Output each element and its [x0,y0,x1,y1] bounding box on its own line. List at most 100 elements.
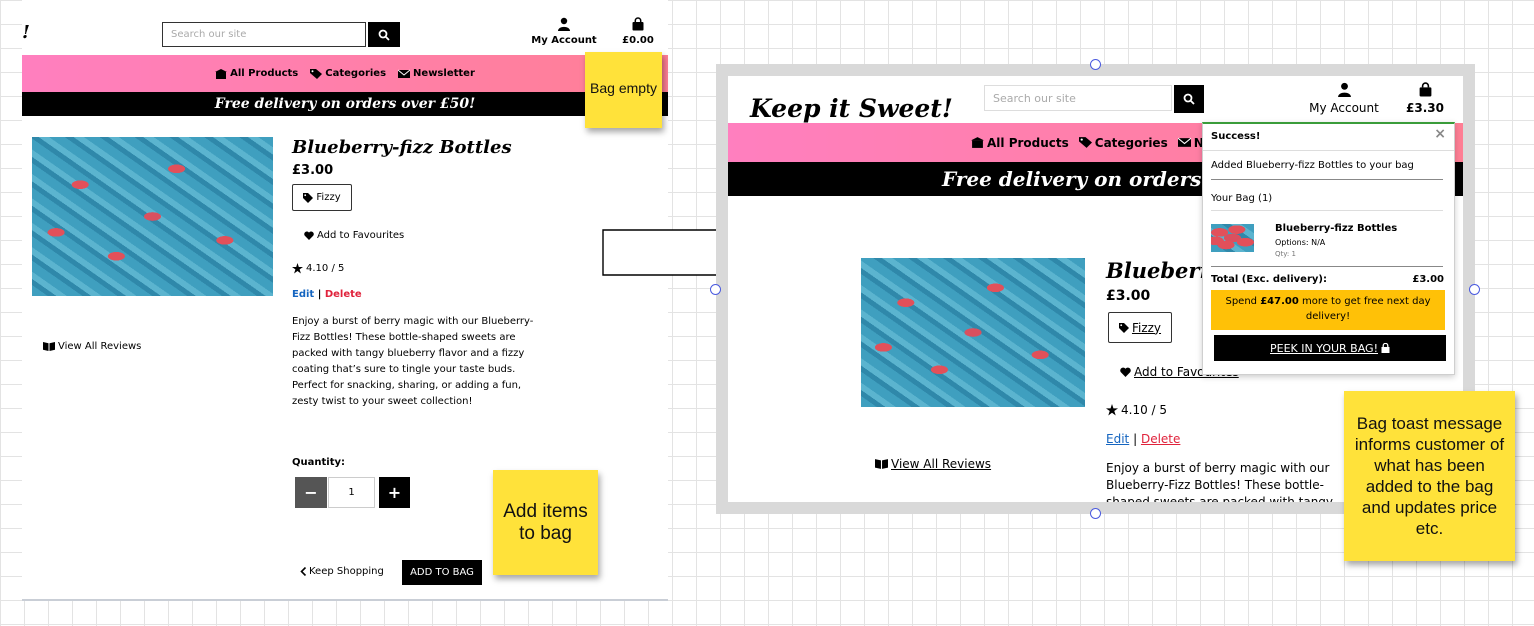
quantity-decrement-button[interactable]: − [295,477,327,508]
lock-icon [1381,343,1390,353]
nav-label: All Products [987,135,1069,150]
note-add-items: Add items to bag [493,470,598,575]
quantity-label: Quantity: [292,457,345,468]
heart-icon [1120,367,1131,377]
tag-fizzy-button[interactable]: Fizzy [1108,312,1172,343]
rating-value: 4.10 / 5 [1121,403,1168,417]
bag-total: £3.30 [1406,101,1444,115]
add-to-bag-button[interactable]: ADD TO BAG [402,560,482,585]
spend-prefix: Spend [1225,296,1261,307]
toast-message: Added Blueberry-fizz Bottles to your bag [1211,160,1414,171]
tag-icon [1118,322,1129,333]
product-image [861,258,1085,407]
heart-icon [304,231,314,240]
search-input[interactable]: Search our site [162,22,366,47]
toast-divider [1211,179,1443,180]
product-price: £3.00 [292,163,334,178]
shopping-bag-icon [632,17,644,31]
delete-link[interactable]: Delete [1141,432,1180,446]
edit-link[interactable]: Edit [292,289,314,300]
toast-item-qty: Qty: 1 [1275,250,1296,258]
toast-item-name: Blueberry-fizz Bottles [1275,223,1398,234]
tag-label: Fizzy [316,192,341,203]
tag-icon [303,192,314,203]
reviews-label: View All Reviews [891,457,992,471]
nav-all-products[interactable]: All Products [215,68,298,79]
rating-value: 4.10 / 5 [306,263,345,274]
toast-divider [1211,210,1443,211]
user-icon [558,17,570,31]
bag-link[interactable]: £0.00 [618,16,658,46]
account-link[interactable]: My Account [1304,82,1384,115]
admin-separator: | [1133,432,1138,446]
book-open-icon [875,459,888,469]
search-button[interactable] [368,22,400,47]
book-open-icon [43,342,55,351]
site-logo[interactable]: Keep it Sweet! [750,94,953,123]
nav-label: Categories [1094,135,1168,150]
admin-links: Edit | Delete [292,289,362,300]
bag-total: £0.00 [622,35,654,46]
product-price: £3.00 [1106,288,1151,304]
delete-link[interactable]: Delete [325,289,362,300]
add-to-favourites-link[interactable]: Add to Favourites [304,230,404,241]
nav-categories[interactable]: Categories [1078,135,1168,150]
envelope-icon [1177,137,1191,147]
envelope-icon [398,69,411,78]
note-bag-empty: Bag empty [585,52,662,128]
bag-toast: Success! × Added Blueberry-fizz Bottles … [1202,122,1455,375]
nav-newsletter[interactable]: Newsletter [398,68,475,79]
admin-separator: | [317,289,322,300]
product-image [32,137,273,296]
tags-icon [1078,137,1092,148]
nav-all-products[interactable]: All Products [971,136,1069,150]
toast-item-options: Options: N/A [1275,238,1326,247]
search-button[interactable] [1174,85,1204,113]
resize-handle-left[interactable] [710,284,721,295]
user-icon [1337,82,1351,97]
tag-label: Fizzy [1131,320,1162,335]
resize-handle-top[interactable] [1090,59,1101,70]
peek-label: PEEK IN YOUR BAG! [1270,341,1378,355]
quantity-increment-button[interactable]: + [379,477,410,508]
keep-shopping-link[interactable]: Keep Shopping [300,566,384,577]
view-reviews-link[interactable]: View All Reviews [43,341,141,352]
toast-title: Success! [1211,131,1261,142]
promo-banner: Free delivery on orders over £50! [22,92,668,116]
quantity-input[interactable]: 1 [328,477,375,508]
box-icon [971,137,984,148]
account-link[interactable]: My Account [526,16,602,46]
description-line: Enjoy a burst of berry magic with our [1106,461,1330,475]
search-icon [378,29,390,41]
chevron-left-icon [300,567,307,576]
search-icon [1183,93,1195,105]
star-icon [292,263,303,274]
nav-categories[interactable]: Categories [310,68,386,79]
search-input[interactable]: Search our site [984,85,1172,111]
tag-fizzy-button[interactable]: Fizzy [292,184,352,211]
reviews-label: View All Reviews [58,341,142,352]
resize-handle-right[interactable] [1469,284,1480,295]
product-rating: 4.10 / 5 [1106,403,1167,417]
toast-total-label: Total (Exc. delivery): [1211,274,1327,285]
tags-icon [310,68,323,79]
description-line: shaped sweets are packed with tangy [1106,495,1334,502]
edit-link[interactable]: Edit [1106,432,1129,446]
toast-divider [1211,266,1443,267]
favourites-label: Add to Favourites [317,230,405,241]
nav-label: All Products [230,68,299,79]
resize-handle-bottom[interactable] [1090,508,1101,519]
spend-suffix: more to get free next day delivery! [1298,296,1431,322]
spend-amount: £47.00 [1260,296,1299,307]
peek-in-bag-button[interactable]: PEEK IN YOUR BAG! [1213,334,1447,362]
site-logo[interactable]: ! [22,22,30,43]
product-description: Enjoy a burst of berry magic with our Bl… [292,316,534,407]
star-icon [1106,404,1118,416]
toast-close-button[interactable]: × [1434,126,1446,142]
main-nav: All Products Categories Newsletter [22,55,668,92]
toast-total-value: £3.00 [1412,274,1444,285]
view-reviews-link[interactable]: View All Reviews [875,457,991,471]
keep-shopping-label: Keep Shopping [309,566,384,577]
bag-link[interactable]: £3.30 [1403,82,1447,115]
nav-label: Newsletter [413,68,475,79]
